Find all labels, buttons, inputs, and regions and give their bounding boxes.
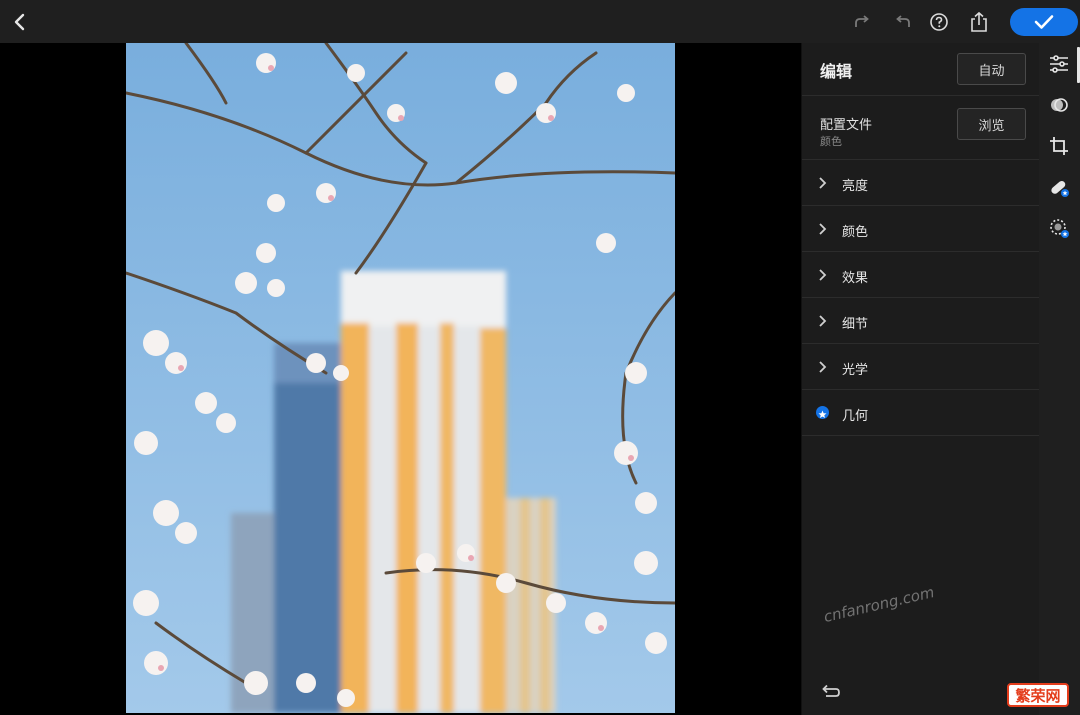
photo-image	[126, 43, 675, 713]
share-icon	[971, 11, 987, 32]
crop-icon[interactable]	[1047, 134, 1071, 158]
panel-header: 编辑 自动	[802, 43, 1040, 96]
tool-rail	[1039, 43, 1080, 715]
browse-button[interactable]: 浏览	[957, 108, 1026, 140]
share-button[interactable]	[965, 8, 993, 36]
healing-icon[interactable]	[1047, 175, 1071, 199]
section-label: 颜色	[842, 225, 869, 240]
chevron-right-icon	[819, 269, 827, 281]
section-label: 亮度	[842, 179, 869, 194]
help-circle-icon	[930, 13, 948, 31]
photo-preview[interactable]	[126, 43, 675, 713]
chevron-right-icon	[819, 361, 827, 373]
section-label: 光学	[842, 363, 869, 378]
chevron-left-icon	[14, 13, 25, 31]
profile-value: 颜色	[820, 135, 842, 148]
selective-edit-icon[interactable]	[1047, 93, 1071, 117]
section-color[interactable]: 颜色	[802, 206, 1040, 252]
undo-icon	[896, 15, 910, 27]
section-detail[interactable]: 细节	[802, 298, 1040, 344]
chevron-right-icon	[819, 315, 827, 327]
chevron-right-icon	[819, 177, 827, 189]
masking-icon[interactable]	[1047, 216, 1071, 240]
undo-button[interactable]	[889, 8, 917, 36]
section-effects[interactable]: 效果	[802, 252, 1040, 298]
profile-row[interactable]: 配置文件 颜色 浏览	[802, 96, 1040, 160]
panel-title: 编辑	[820, 62, 853, 81]
top-toolbar	[0, 0, 1080, 43]
section-light[interactable]: 亮度	[802, 160, 1040, 206]
section-optics[interactable]: 光学	[802, 344, 1040, 390]
checkmark-icon	[1034, 15, 1054, 29]
help-button[interactable]	[925, 8, 953, 36]
chevron-right-icon	[819, 223, 827, 235]
back-button[interactable]	[6, 8, 34, 36]
section-label: 细节	[842, 317, 869, 332]
confirm-button[interactable]	[1010, 8, 1078, 36]
section-label: 几何	[842, 409, 869, 424]
premium-badge-icon	[816, 406, 829, 419]
reset-undo-icon[interactable]	[820, 683, 842, 699]
profile-label: 配置文件	[820, 118, 873, 133]
sliders-icon[interactable]	[1047, 52, 1071, 76]
redo-button[interactable]	[848, 8, 876, 36]
site-logo: 繁荣网	[1007, 683, 1069, 707]
redo-icon	[855, 15, 869, 27]
section-list: 亮度 颜色 效果 细节 光学 几何	[802, 160, 1040, 436]
image-canvas[interactable]	[0, 43, 801, 715]
section-geometry[interactable]: 几何	[802, 390, 1040, 436]
section-label: 效果	[842, 271, 869, 286]
auto-button[interactable]: 自动	[957, 53, 1026, 85]
